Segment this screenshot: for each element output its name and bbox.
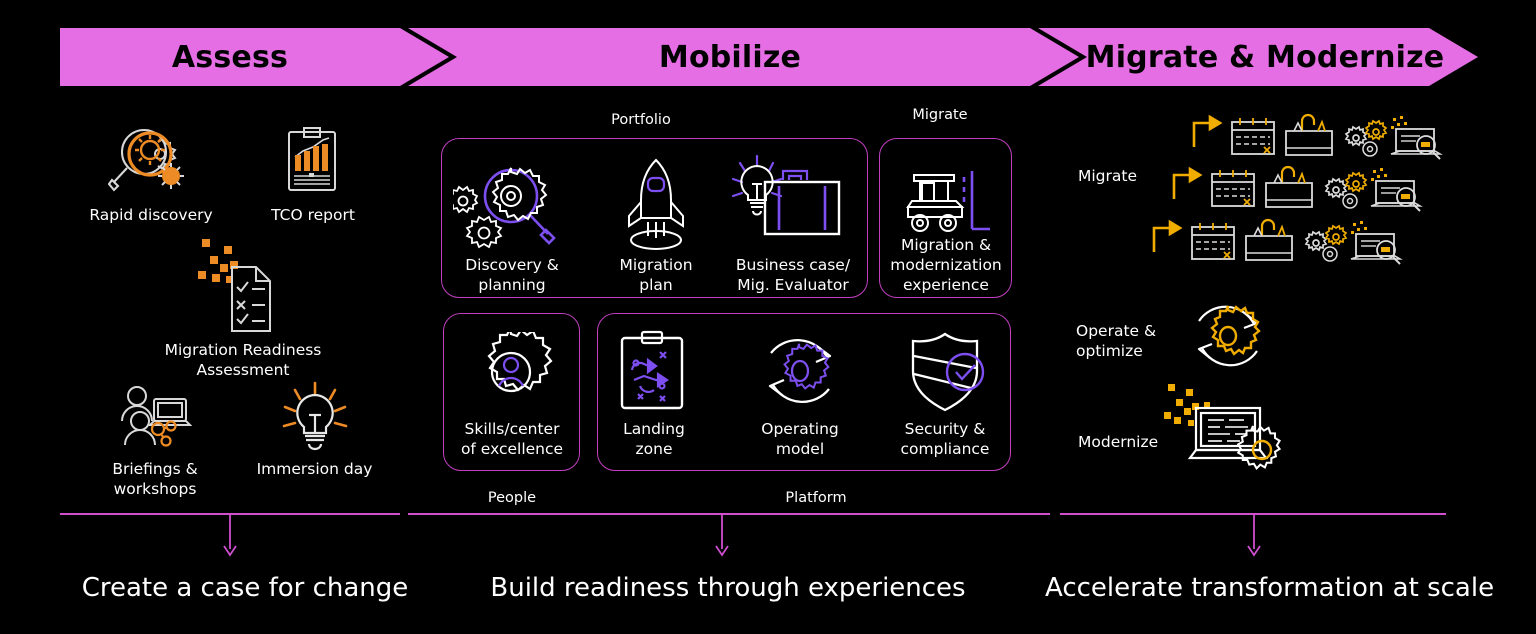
icon-business-case [727,152,847,248]
row-label-migrate: Migrate [1078,167,1138,185]
label-migration-readiness: Migration Readiness Assessment [164,341,322,379]
icon-rapid-discovery [108,120,196,198]
group-label-platform: Platform [785,490,847,506]
group-label-people: People [487,490,537,506]
footer-caption-assess: Create a case for change [81,573,409,603]
label-skills-coe: Skills/center of excellence [460,420,564,458]
label-discovery-planning: Discovery & planning [465,256,559,294]
icon-migration-experience [900,165,994,237]
icon-migration-readiness [194,237,276,337]
icon-skills-coe [468,332,554,412]
footer-caption-mobilize: Build readiness through experiences [490,573,966,603]
footer-arrow-mobilize [712,513,732,562]
migrate-wave-row-2 [1170,165,1426,213]
icon-landing-zone [618,330,686,412]
icon-tco-report [287,127,337,192]
row-label-operate-optimize: Operate & optimize [1076,322,1157,360]
label-operating-model: Operating model [761,420,839,458]
migrate-wave-row-3 [1150,218,1406,266]
group-label-migrate: Migrate [912,107,968,123]
icon-briefings-workshops [118,385,192,447]
migrate-wave-row-1 [1190,113,1446,161]
icon-operating-model [758,329,842,413]
label-landing-zone: Landing zone [623,420,685,458]
icon-security-compliance [903,330,987,412]
label-security-compliance: Security & compliance [900,420,990,458]
label-migration-plan: Migration plan [619,256,693,294]
label-business-case: Business case/ Mig. Evaluator [735,256,851,294]
footer-caption-migrate: Accelerate transformation at scale [1045,573,1495,603]
phase-title-assess: Assess [171,40,289,75]
icon-modernize [1160,380,1286,474]
icon-operate-optimize [1185,295,1271,377]
group-label-portfolio: Portfolio [611,112,671,128]
phase-title-mobilize: Mobilize [658,40,802,75]
label-briefings-workshops: Briefings & workshops [112,460,198,498]
label-tco-report: TCO report [271,206,355,224]
migration-journey-diagram: Assess Mobilize Migrate & Modernize Rapi… [0,0,1536,634]
phase-title-migrate: Migrate & Modernize [1085,40,1445,75]
footer-arrow-assess [220,513,240,562]
icon-immersion-day [275,381,355,451]
icon-discovery-planning [453,160,571,252]
label-migration-experience: Migration & modernization experience [890,236,1002,294]
label-immersion-day: Immersion day [256,460,373,478]
icon-migration-plan [615,156,697,252]
label-rapid-discovery: Rapid discovery [89,206,213,224]
footer-arrow-migrate [1244,513,1264,562]
